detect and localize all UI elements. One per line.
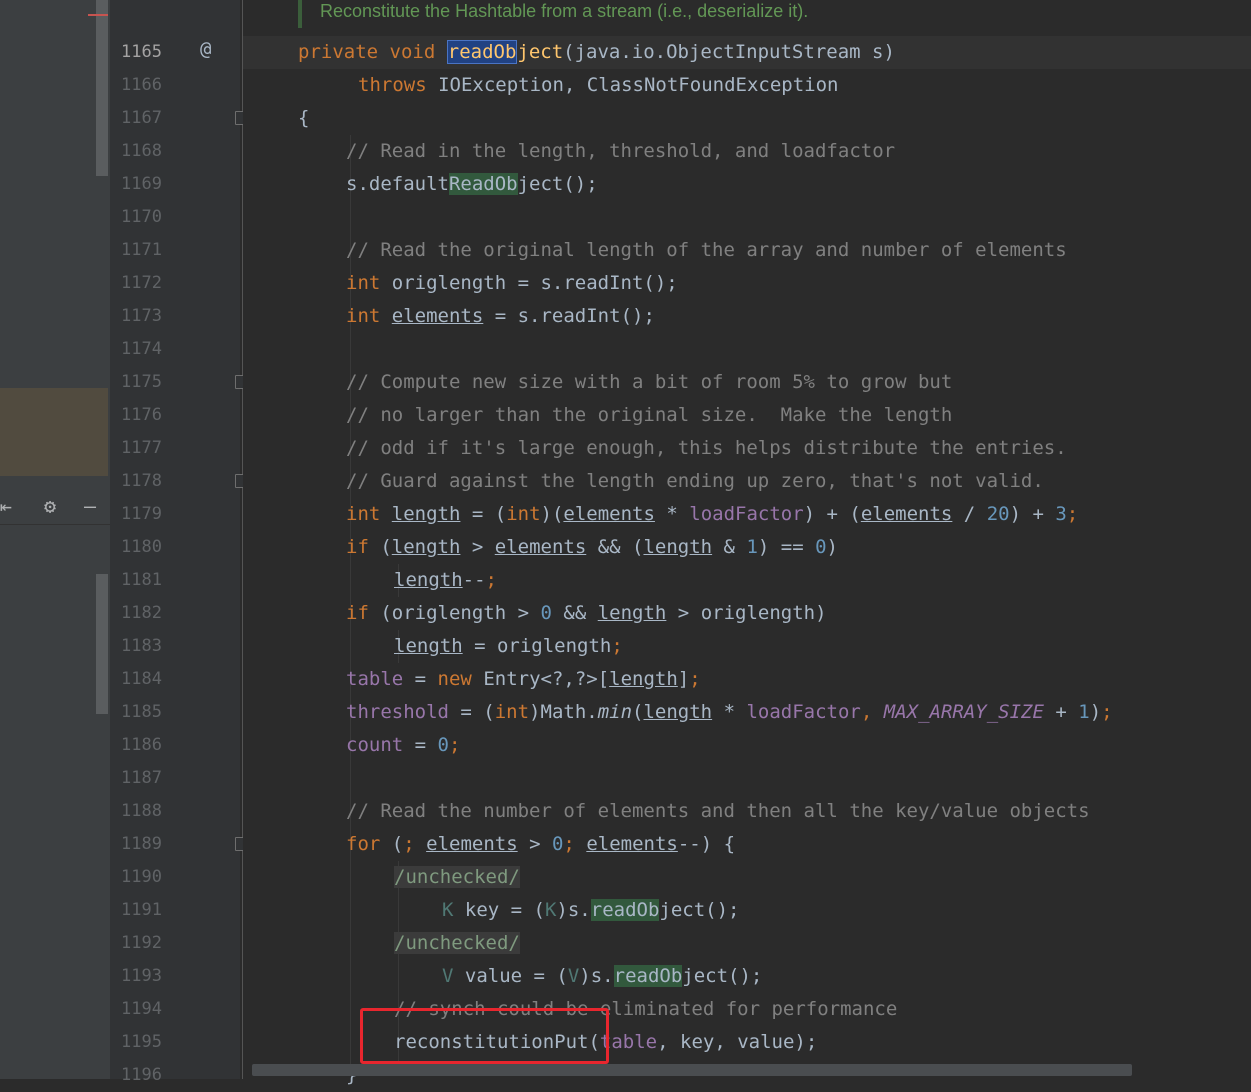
line-number: 1196 (121, 1065, 162, 1085)
line-number: 1181 (121, 570, 162, 590)
line-number: 1193 (121, 966, 162, 986)
line-number: 1172 (121, 273, 162, 293)
doc-comment: Reconstitute the Hashtable from a stream… (320, 1, 809, 21)
panel-selected-region (0, 388, 108, 476)
line-number: 1179 (121, 504, 162, 524)
code-line: V value = (V)s.readObject(); (442, 965, 763, 987)
minimize-icon[interactable]: — (78, 494, 102, 518)
doc-comment-bar (298, 0, 302, 28)
code-comment: // Guard against the length ending up ze… (346, 470, 1044, 492)
panel-toolbar: ⇤ ⚙ — (0, 488, 110, 525)
panel-scrollbar-bottom[interactable] (96, 574, 108, 714)
code-line: if (origlength > 0 && length > origlengt… (346, 602, 827, 624)
code-comment: // no larger than the original size. Mak… (346, 404, 953, 426)
code-line: int origlength = s.readInt(); (346, 272, 678, 294)
line-number: 1182 (121, 603, 162, 623)
gear-icon[interactable]: ⚙ (38, 494, 62, 518)
error-marker (88, 14, 108, 16)
code-line: if (length > elements && (length & 1) ==… (346, 536, 838, 558)
suppress-warnings-comment: /unchecked/ (394, 866, 520, 888)
code-line: private void readObject(java.io.ObjectIn… (298, 40, 895, 64)
suppress-warnings-comment: /unchecked/ (394, 932, 520, 954)
line-number: 1184 (121, 669, 162, 689)
code-line: threshold = (int)Math.min(length * loadF… (346, 701, 1113, 723)
code-line: { (298, 107, 310, 129)
code-line: s.defaultReadObject(); (346, 173, 598, 195)
code-line: throws IOException, ClassNotFoundExcepti… (358, 74, 839, 96)
line-number: 1178 (121, 471, 162, 491)
code-line: count = 0; (346, 734, 461, 756)
code-line: for (; elements > 0; elements--) { (346, 833, 736, 855)
line-number: 1177 (121, 438, 162, 458)
selected-identifier: readOb (446, 40, 518, 64)
line-number: 1185 (121, 702, 162, 722)
override-marker-icon[interactable]: @ (200, 38, 211, 60)
line-number: 1194 (121, 999, 162, 1019)
line-number: 1191 (121, 900, 162, 920)
line-number: 1186 (121, 735, 162, 755)
line-number: 1192 (121, 933, 162, 953)
line-number: 1183 (121, 636, 162, 656)
line-number: 1175 (121, 372, 162, 392)
line-number: 1171 (121, 240, 162, 260)
line-number: 1165 (121, 42, 162, 62)
line-number: 1187 (121, 768, 162, 788)
collapse-all-icon[interactable]: ⇤ (0, 494, 18, 518)
code-comment: // Compute new size with a bit of room 5… (346, 371, 953, 393)
line-number: 1174 (121, 339, 162, 359)
code-line: table = new Entry<?,?>[length]; (346, 668, 701, 690)
code-comment: // Read in the length, threshold, and lo… (346, 140, 896, 162)
line-number: 1189 (121, 834, 162, 854)
code-line: int length = (int)(elements * loadFactor… (346, 503, 1079, 525)
code-line: length = origlength; (394, 635, 623, 657)
project-panel (0, 0, 110, 1079)
line-number: 1170 (121, 207, 162, 227)
panel-scrollbar-top[interactable] (96, 0, 108, 176)
line-number: 1195 (121, 1032, 162, 1052)
code-comment: // Read the number of elements and then … (346, 800, 1090, 822)
line-number: 1176 (121, 405, 162, 425)
annotation-highlight-box (360, 1008, 609, 1064)
line-number: 1166 (121, 75, 162, 95)
line-number: 1190 (121, 867, 162, 887)
horizontal-scrollbar[interactable] (252, 1064, 1132, 1076)
code-line: K key = (K)s.readObject(); (442, 899, 740, 921)
code-line: length--; (394, 569, 497, 591)
line-number: 1167 (121, 108, 162, 128)
line-number: 1168 (121, 141, 162, 161)
code-comment: // Read the original length of the array… (346, 239, 1067, 261)
code-comment: // odd if it's large enough, this helps … (346, 437, 1067, 459)
line-number: 1180 (121, 537, 162, 557)
code-line: int elements = s.readInt(); (346, 305, 655, 327)
line-number: 1188 (121, 801, 162, 821)
line-number: 1169 (121, 174, 162, 194)
line-number: 1173 (121, 306, 162, 326)
